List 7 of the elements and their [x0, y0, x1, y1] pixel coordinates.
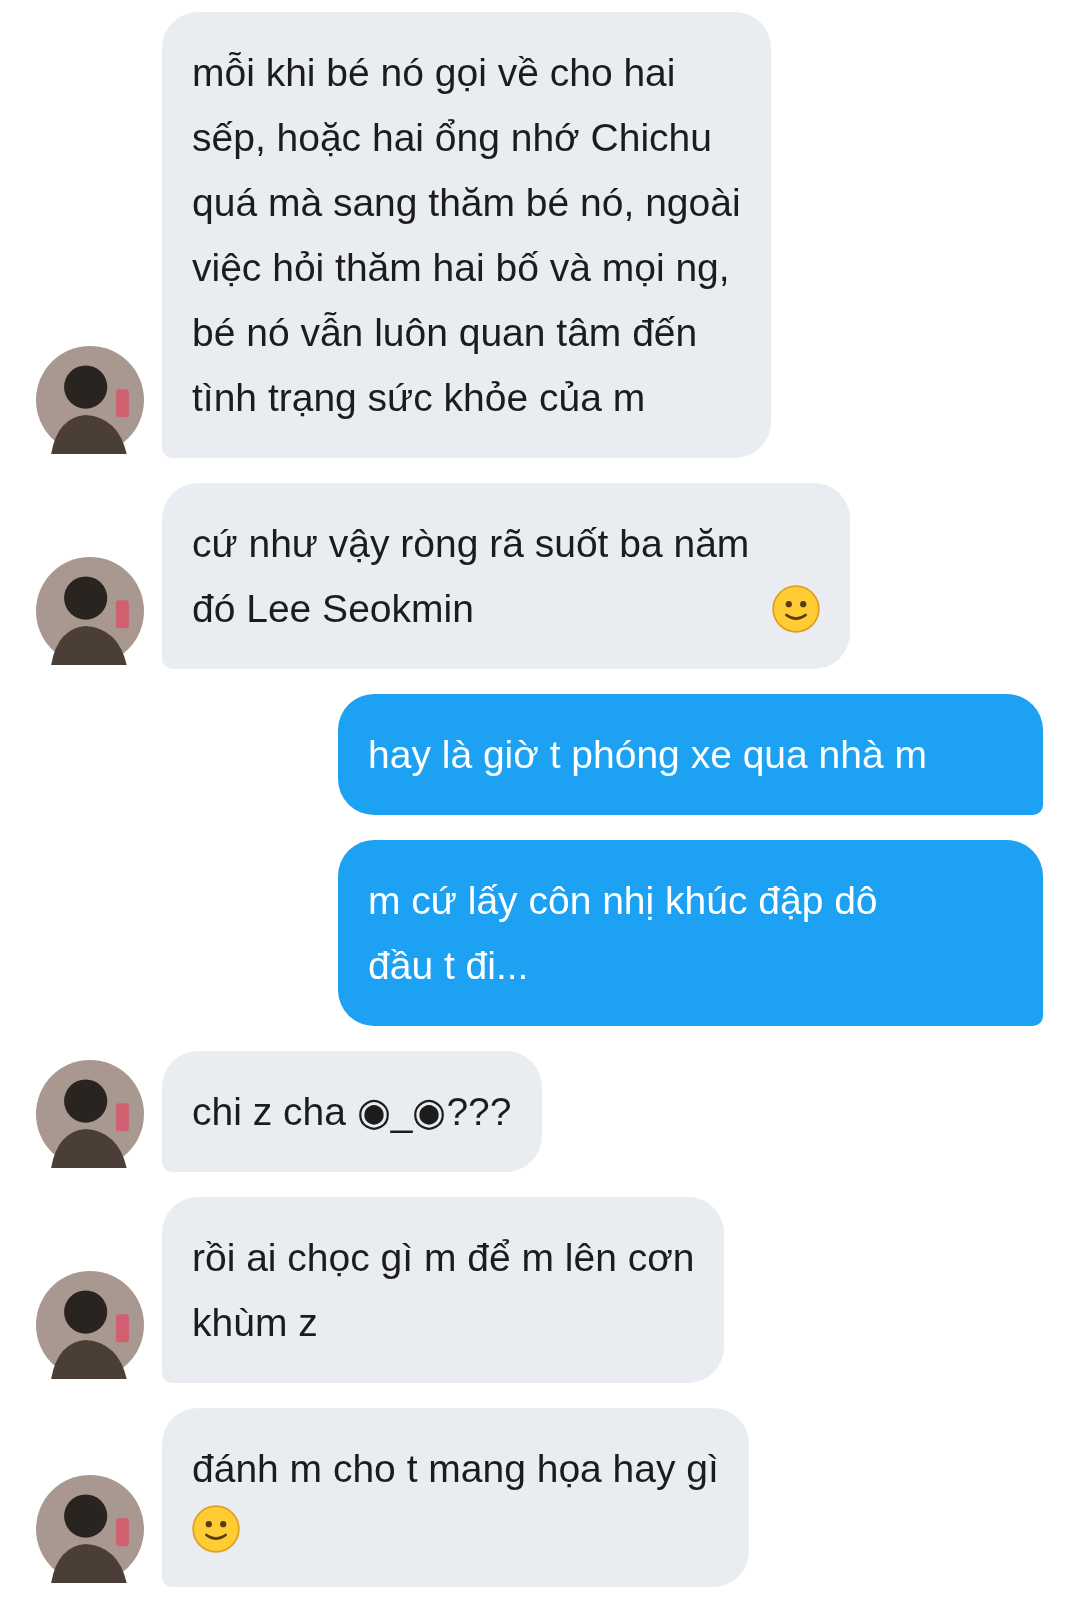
message-text: mỗi khi bé nó gọi về cho hai sếp, hoặc hai ổng nhớ Chichu quá mà sang thăm bé nó, ngoài việc hỏi thăm hai bố và mọi ng, bé nó vẫn luôn quan tâm đến tình trạng sức khỏe của m — [192, 50, 741, 421]
message-text: cứ như vậy ròng rã suốt ba năm đó Lee Seokmin — [192, 521, 750, 632]
message-text: hay là giờ t phóng xe qua nhà m — [368, 732, 927, 778]
message-text: m cứ lấy côn nhị khúc đập dô đầu t đi... — [368, 878, 878, 989]
message-text: rồi ai chọc gì m để m lên cơn khùm z — [192, 1235, 695, 1346]
message-text: đánh m cho t mang họa hay gì — [192, 1446, 719, 1492]
message-text: chi z cha ◉_◉??? — [192, 1089, 512, 1135]
